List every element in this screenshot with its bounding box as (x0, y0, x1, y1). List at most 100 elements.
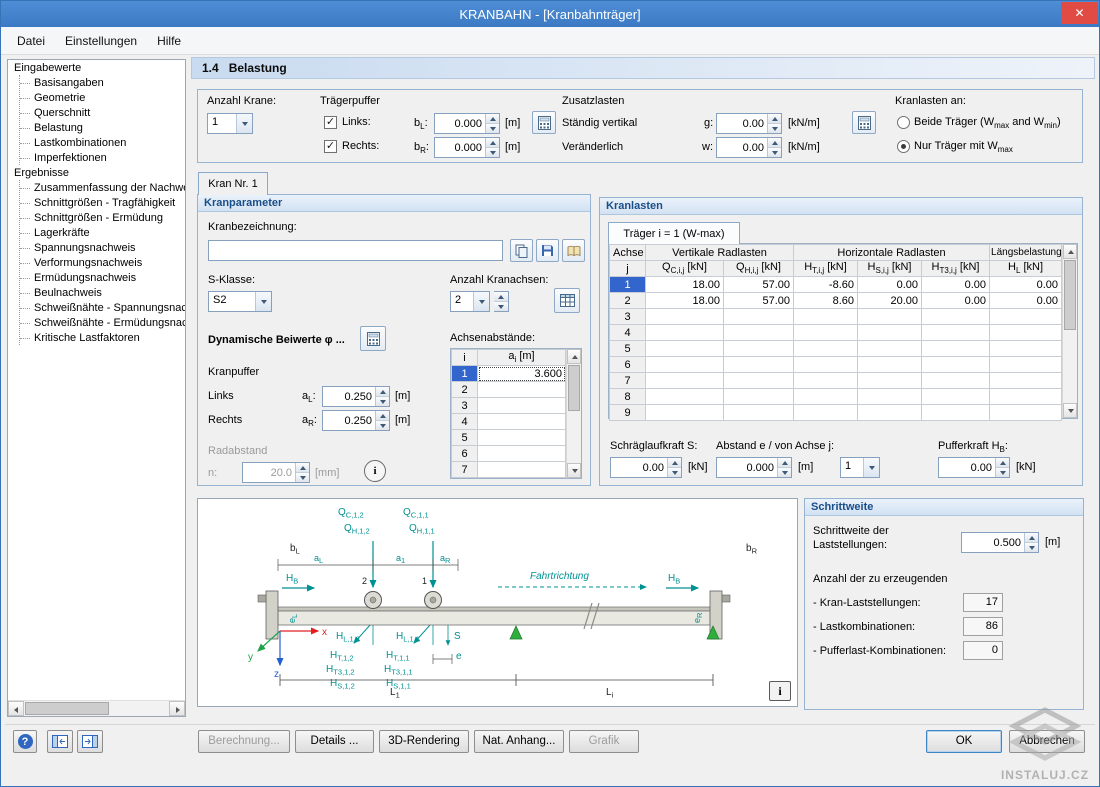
ok-button[interactable]: OK (926, 730, 1002, 753)
rechts-checkbox[interactable]: ✓ (324, 140, 337, 153)
sidebar-item-verformungsnachweis[interactable]: Verformungsnachweis (20, 255, 185, 270)
bl-field[interactable] (434, 113, 500, 134)
w-spinner[interactable] (767, 138, 781, 157)
sidebar-item-schweissnaehte-ermuedung[interactable]: Schweißnähte - Ermüdungsnac (20, 315, 185, 330)
chevron-down-icon[interactable] (236, 114, 252, 133)
dock-panel-right-button[interactable] (77, 730, 103, 753)
pufferkraft-field[interactable] (938, 457, 1010, 478)
close-button[interactable]: ✕ (1061, 2, 1098, 24)
chevron-down-icon[interactable] (863, 458, 879, 477)
abstand-spinner[interactable] (777, 458, 791, 477)
wheel-spacing-info-button[interactable]: i (364, 460, 386, 482)
kranlasten-table-scrollbar[interactable] (1062, 244, 1077, 418)
sidebar-item-belastung[interactable]: Belastung (20, 120, 185, 135)
help-button[interactable]: ? (13, 730, 37, 753)
br-input[interactable] (435, 138, 485, 157)
save-button[interactable] (536, 239, 559, 262)
kranachsen-stepper[interactable] (494, 291, 509, 312)
sidebar-item-lagerkraefte[interactable]: Lagerkräfte (20, 225, 185, 240)
sidebar-item-ermuedungsnachweis[interactable]: Ermüdungsnachweis (20, 270, 185, 285)
sidebar-item-ergebnisse[interactable]: Ergebnisse (8, 165, 185, 180)
sidebar-item-geometrie[interactable]: Geometrie (20, 90, 185, 105)
nat-anhang-button[interactable]: Nat. Anhang... (474, 730, 564, 753)
diagram-info-button[interactable]: i (769, 681, 791, 701)
pufferkraft-spinner[interactable] (995, 458, 1009, 477)
sidebar-item-zusammenfassung[interactable]: Zusammenfassung der Nachwei (20, 180, 185, 195)
copy-button[interactable] (510, 239, 533, 262)
sklasse-dropdown[interactable]: S2 (208, 291, 272, 312)
library-button[interactable] (562, 239, 585, 262)
schrittweite-input[interactable] (962, 533, 1024, 552)
pufferkraft-input[interactable] (939, 458, 995, 477)
nur-traeger-radio[interactable] (897, 140, 910, 153)
dynamic-factors-calculator-button[interactable] (360, 326, 386, 351)
sidebar-item-schnittgroessen-erm[interactable]: Schnittgrößen - Ermüdung (20, 210, 185, 225)
rendering-3d-button[interactable]: 3D-Rendering (379, 730, 469, 753)
load-row[interactable]: 9 (610, 405, 1062, 421)
buffer-calculator-button[interactable] (532, 111, 556, 134)
schraeglauf-input[interactable] (611, 458, 667, 477)
abstand-input[interactable] (717, 458, 777, 477)
kranbezeichnung-input[interactable] (209, 241, 502, 260)
g-input[interactable] (717, 114, 767, 133)
axle-row[interactable]: 6 (452, 446, 566, 462)
axle-row[interactable]: 5 (452, 430, 566, 446)
br-spinner[interactable] (485, 138, 499, 157)
axle-row[interactable]: 3 (452, 398, 566, 414)
dynamische-beiwerte-button[interactable]: Dynamische Beiwerte φ ... (208, 334, 345, 346)
load-row[interactable]: 218.0057.008.6020.000.000.00 (610, 293, 1062, 309)
sidebar-horizontal-scrollbar[interactable] (8, 700, 185, 716)
menu-hilfe[interactable]: Hilfe (147, 30, 191, 52)
load-calculator-button[interactable] (852, 111, 876, 134)
br-field[interactable] (434, 137, 500, 158)
anzahl-krane-dropdown[interactable]: 1 (207, 113, 253, 134)
g-field[interactable] (716, 113, 782, 134)
dock-panel-left-button[interactable] (47, 730, 73, 753)
menu-datei[interactable]: Datei (7, 30, 55, 52)
tab-kran-1[interactable]: Kran Nr. 1 (198, 172, 268, 195)
achse-dropdown[interactable]: 1 (840, 457, 880, 478)
load-row[interactable]: 6 (610, 357, 1062, 373)
scroll-up-button[interactable] (567, 349, 581, 364)
scrollbar-track[interactable] (110, 701, 169, 716)
al-input[interactable] (323, 387, 375, 406)
axle-row[interactable]: 7 (452, 462, 566, 478)
ar-input[interactable] (323, 411, 375, 430)
kranachsen-spinner[interactable] (494, 292, 508, 311)
scrollbar-thumb[interactable] (25, 702, 109, 715)
anzahl-kranachsen-dropdown[interactable]: 2 (450, 291, 490, 312)
beide-traeger-radio[interactable] (897, 116, 910, 129)
tab-traeger-1[interactable]: Träger i = 1 (W-max) (608, 222, 740, 244)
axle-table-button[interactable] (554, 288, 580, 313)
links-checkbox[interactable]: ✓ (324, 116, 337, 129)
rechts-label[interactable]: Rechts: (342, 140, 379, 152)
scroll-left-button[interactable] (8, 701, 24, 716)
schraeglauf-spinner[interactable] (667, 458, 681, 477)
load-row[interactable]: 4 (610, 325, 1062, 341)
ar-spinner[interactable] (375, 411, 389, 430)
axle-row[interactable]: 4 (452, 414, 566, 430)
bl-input[interactable] (435, 114, 485, 133)
chevron-down-icon[interactable] (473, 292, 489, 311)
sidebar-item-kritische-lastfaktoren[interactable]: Kritische Lastfaktoren (20, 330, 185, 345)
scroll-down-button[interactable] (1063, 403, 1077, 418)
al-spinner[interactable] (375, 387, 389, 406)
scroll-up-button[interactable] (1063, 244, 1077, 259)
load-row[interactable]: 3 (610, 309, 1062, 325)
titlebar[interactable]: KRANBAHN - [Kranbahnträger] ✕ (1, 1, 1099, 27)
scrollbar-thumb[interactable] (568, 365, 580, 411)
chevron-down-icon[interactable] (255, 292, 271, 311)
scroll-right-button[interactable] (169, 701, 185, 716)
sidebar-item-lastkombinationen[interactable]: Lastkombinationen (20, 135, 185, 150)
details-button[interactable]: Details ... (295, 730, 374, 753)
axle-table-scrollbar[interactable] (566, 349, 581, 478)
menu-einstellungen[interactable]: Einstellungen (55, 30, 147, 52)
schrittweite-spinner[interactable] (1024, 533, 1038, 552)
axle-row[interactable]: 2 (452, 382, 566, 398)
al-field[interactable] (322, 386, 390, 407)
abstand-field[interactable] (716, 457, 792, 478)
sidebar-item-basisangaben[interactable]: Basisangaben (20, 75, 185, 90)
schrittweite-field[interactable] (961, 532, 1039, 553)
load-row[interactable]: 5 (610, 341, 1062, 357)
axle-row[interactable]: 13.600 (452, 366, 566, 382)
